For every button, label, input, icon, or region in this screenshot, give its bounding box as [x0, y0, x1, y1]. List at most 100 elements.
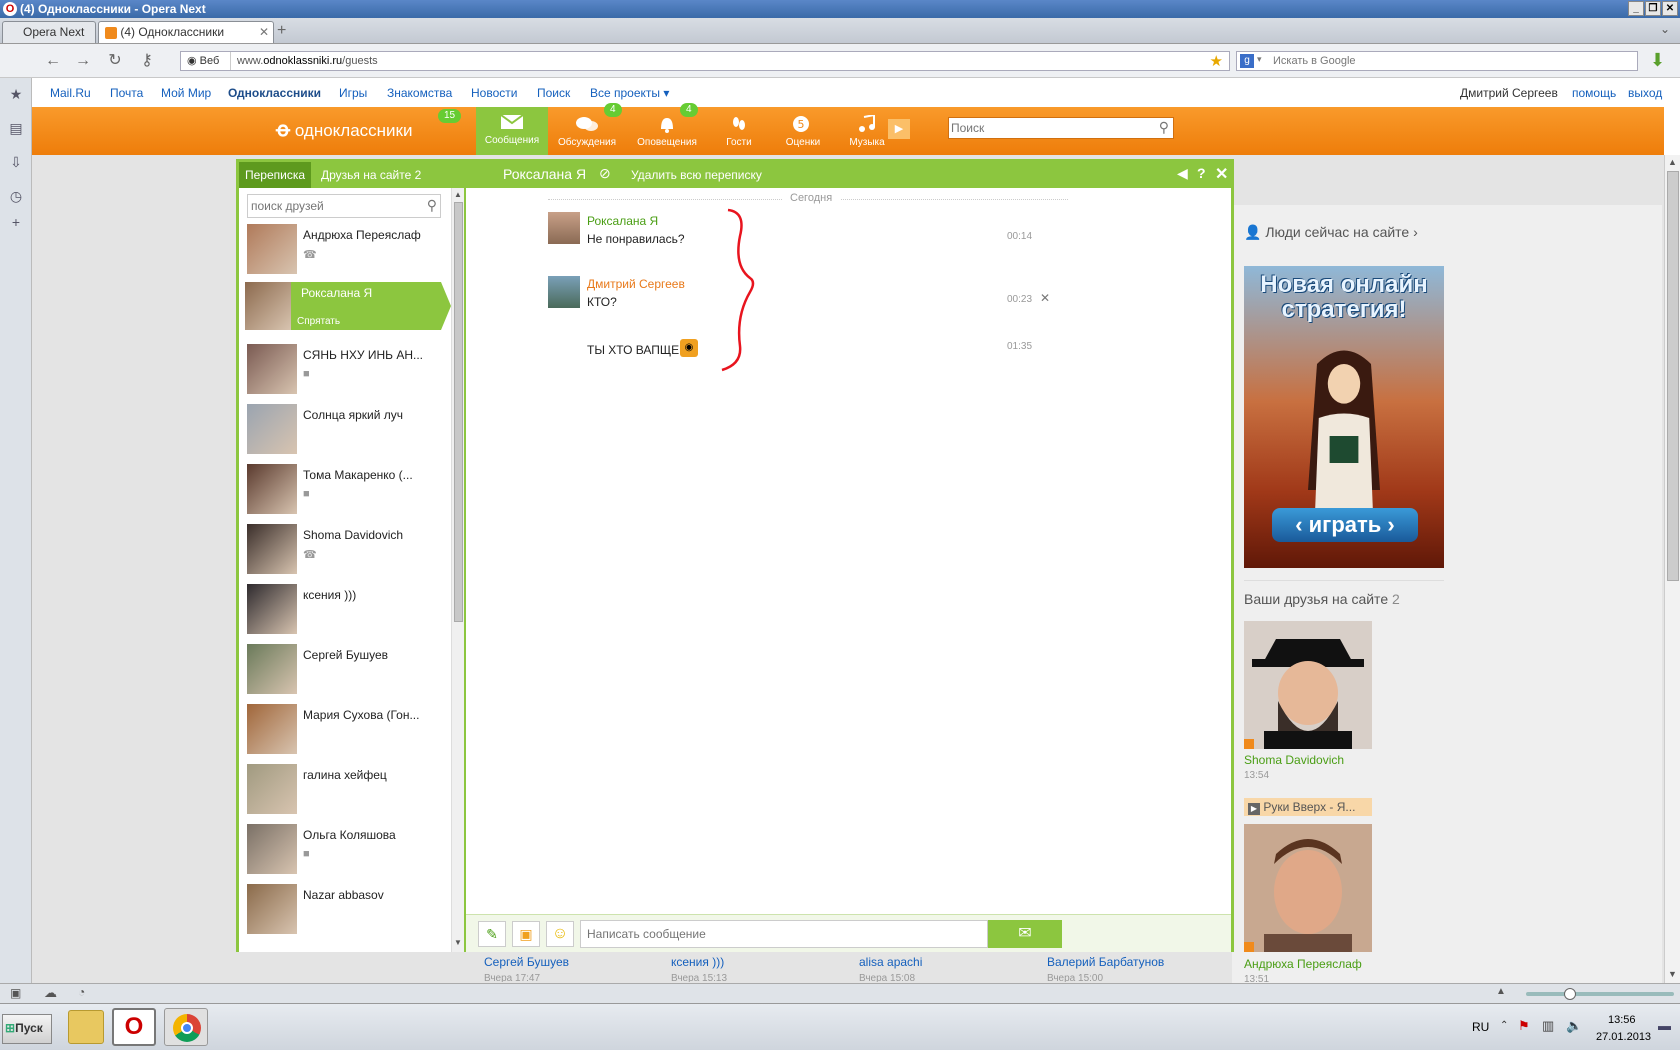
ad-play-button[interactable]: ‹ играть › [1272, 508, 1418, 542]
contact-scrollbar[interactable]: ▲ ▼ [451, 188, 464, 952]
history-clock-icon[interactable]: ◷ [8, 188, 24, 204]
nav-ratings[interactable]: 5 Оценки [770, 109, 836, 153]
search-dropdown-icon[interactable]: ▾ [1257, 54, 1262, 65]
address-bar[interactable]: ◉ Веб www.odnoklassniki.ru/guests ★ [180, 51, 1230, 71]
start-button[interactable]: ⊞Пуск [2, 1014, 52, 1044]
avatar[interactable] [247, 464, 297, 514]
game-ad-banner[interactable]: Новая онлайн стратегия! ‹ играть › [1244, 266, 1444, 568]
avatar[interactable] [247, 224, 297, 274]
avatar[interactable] [245, 282, 291, 330]
contact-item[interactable]: Роксалана Я Спрятать [245, 282, 451, 330]
help-link[interactable]: помощь [1572, 86, 1616, 100]
friend-name-link[interactable]: Shoma Davidovich [1244, 753, 1344, 767]
user-name[interactable]: Дмитрий Сергеев [1460, 86, 1558, 100]
close-window-icon[interactable]: ✕ [1662, 1, 1678, 16]
avatar[interactable] [548, 212, 580, 244]
chrome-taskbar-icon[interactable] [164, 1008, 208, 1046]
sound-icon[interactable]: ◀ [1177, 165, 1188, 182]
ok-logo[interactable]: ꝋ одноклассники [276, 117, 456, 142]
bookmark-star-icon[interactable]: ★ [1210, 52, 1223, 70]
guest-name[interactable]: Сергей Бушуев [484, 955, 569, 969]
portal-link-dating[interactable]: Знакомства [387, 86, 452, 100]
block-icon[interactable]: ⊘ [599, 165, 611, 182]
people-now-link[interactable]: 👤 Люди сейчас на сайте › [1244, 224, 1418, 241]
hide-contact-link[interactable]: Спрятать [297, 316, 340, 327]
search-icon[interactable]: ⚲ [1159, 119, 1169, 136]
zoom-arrow-icon[interactable]: ▲ [1496, 986, 1506, 997]
contact-item[interactable]: Сергей Бушуев [247, 644, 451, 700]
avatar[interactable] [247, 644, 297, 694]
minimize-icon[interactable]: _ [1628, 1, 1644, 16]
cloud-icon[interactable]: ☁ [44, 985, 57, 1001]
back-icon[interactable]: ← [44, 52, 62, 70]
tray-volume-icon[interactable]: 🔈 [1566, 1018, 1582, 1034]
message-input[interactable] [580, 920, 988, 948]
portal-link-games[interactable]: Игры [339, 86, 367, 100]
avatar[interactable] [247, 524, 297, 574]
pencil-icon[interactable]: ✎ [478, 921, 506, 947]
opera-taskbar-icon[interactable]: O [112, 1008, 156, 1046]
logout-link[interactable]: выход [1628, 86, 1662, 100]
add-panel-icon[interactable]: + [8, 214, 24, 230]
tab-menu-chevron-icon[interactable]: ⌄ [1660, 22, 1670, 36]
close-messenger-icon[interactable]: ✕ [1215, 164, 1228, 184]
downloads-icon[interactable]: ⇩ [8, 154, 24, 170]
avatar[interactable] [247, 764, 297, 814]
maximize-icon[interactable]: ❐ [1645, 1, 1661, 16]
sticker-icon[interactable]: ▣ [512, 921, 540, 947]
delete-all-link[interactable]: Удалить всю переписку [631, 168, 762, 182]
portal-link-search[interactable]: Поиск [537, 86, 570, 100]
zoom-slider-handle[interactable] [1564, 988, 1576, 1000]
smiley-icon[interactable]: ☺ [546, 921, 574, 947]
download-arrow-icon[interactable]: ⬇ [1650, 50, 1665, 71]
send-button[interactable]: ✉ [988, 920, 1062, 948]
nav-messages[interactable]: Сообщения [476, 107, 548, 155]
speed-dial-icon[interactable]: ◔ [78, 985, 85, 999]
avatar[interactable] [247, 344, 297, 394]
avatar[interactable] [247, 824, 297, 874]
bookmarks-star-icon[interactable]: ★ [8, 86, 24, 102]
tray-chevron-icon[interactable]: ⌃ [1500, 1020, 1508, 1031]
portal-link-mail[interactable]: Почта [110, 86, 143, 100]
friend-name-link[interactable]: Андрюха Переяслаф [1244, 957, 1362, 971]
new-tab-icon[interactable]: + [277, 22, 286, 40]
avatar[interactable] [247, 884, 297, 934]
portal-link-odnoklassniki[interactable]: Одноклассники [228, 86, 321, 100]
contact-item[interactable]: галина хейфец [247, 764, 451, 820]
scroll-down-icon[interactable]: ▼ [1668, 969, 1677, 979]
friend-search-input[interactable] [248, 195, 416, 217]
contact-item[interactable]: Shoma Davidovich ☎ [247, 524, 451, 580]
portal-link-all-projects[interactable]: Все проекты ▾ [590, 86, 669, 100]
contact-item[interactable]: Солнца яркий луч [247, 404, 451, 460]
contact-item[interactable]: Nazar abbasov [247, 884, 451, 940]
zoom-slider[interactable] [1526, 988, 1674, 1000]
friend-music-status[interactable]: ▶ Руки Вверх - Я... [1244, 798, 1372, 816]
notes-icon[interactable]: ▤ [8, 120, 24, 136]
clock-time[interactable]: 13:56 [1608, 1014, 1636, 1026]
page-scrollbar[interactable]: ▲ ▼ [1664, 155, 1680, 983]
panel-toggle-icon[interactable]: ▣ [10, 986, 21, 1000]
tray-network-icon[interactable]: ▥ [1542, 1018, 1554, 1034]
web-badge[interactable]: ◉ Веб [181, 52, 231, 70]
message-author[interactable]: Роксалана Я [587, 214, 658, 228]
friend-search-box[interactable]: ⚲ [247, 194, 441, 218]
contact-item[interactable]: ксения ))) [247, 584, 451, 640]
guest-name[interactable]: ксения ))) [671, 955, 724, 969]
scroll-thumb[interactable] [454, 202, 463, 622]
forward-icon[interactable]: → [74, 52, 92, 70]
tab-opera-next[interactable]: Opera Next [2, 21, 96, 43]
help-icon[interactable]: ? [1197, 165, 1206, 181]
nav-guests[interactable]: Гости [706, 109, 772, 153]
friend-photo-shoma[interactable] [1244, 621, 1372, 749]
header-search[interactable]: ⚲ [948, 117, 1174, 139]
guest-name[interactable]: alisa apachi [859, 955, 922, 969]
scroll-up-icon[interactable]: ▲ [1668, 157, 1677, 167]
contact-item[interactable]: Тома Макаренко (... ■ [247, 464, 451, 520]
header-search-input[interactable] [949, 118, 1139, 138]
avatar[interactable] [247, 404, 297, 454]
tab-friends-online[interactable]: Друзья на сайте 2 [321, 168, 421, 182]
avatar[interactable] [548, 276, 580, 308]
avatar[interactable] [247, 704, 297, 754]
show-desktop-icon[interactable]: ▬ [1658, 1018, 1671, 1033]
delete-message-icon[interactable]: ✕ [1040, 291, 1050, 305]
